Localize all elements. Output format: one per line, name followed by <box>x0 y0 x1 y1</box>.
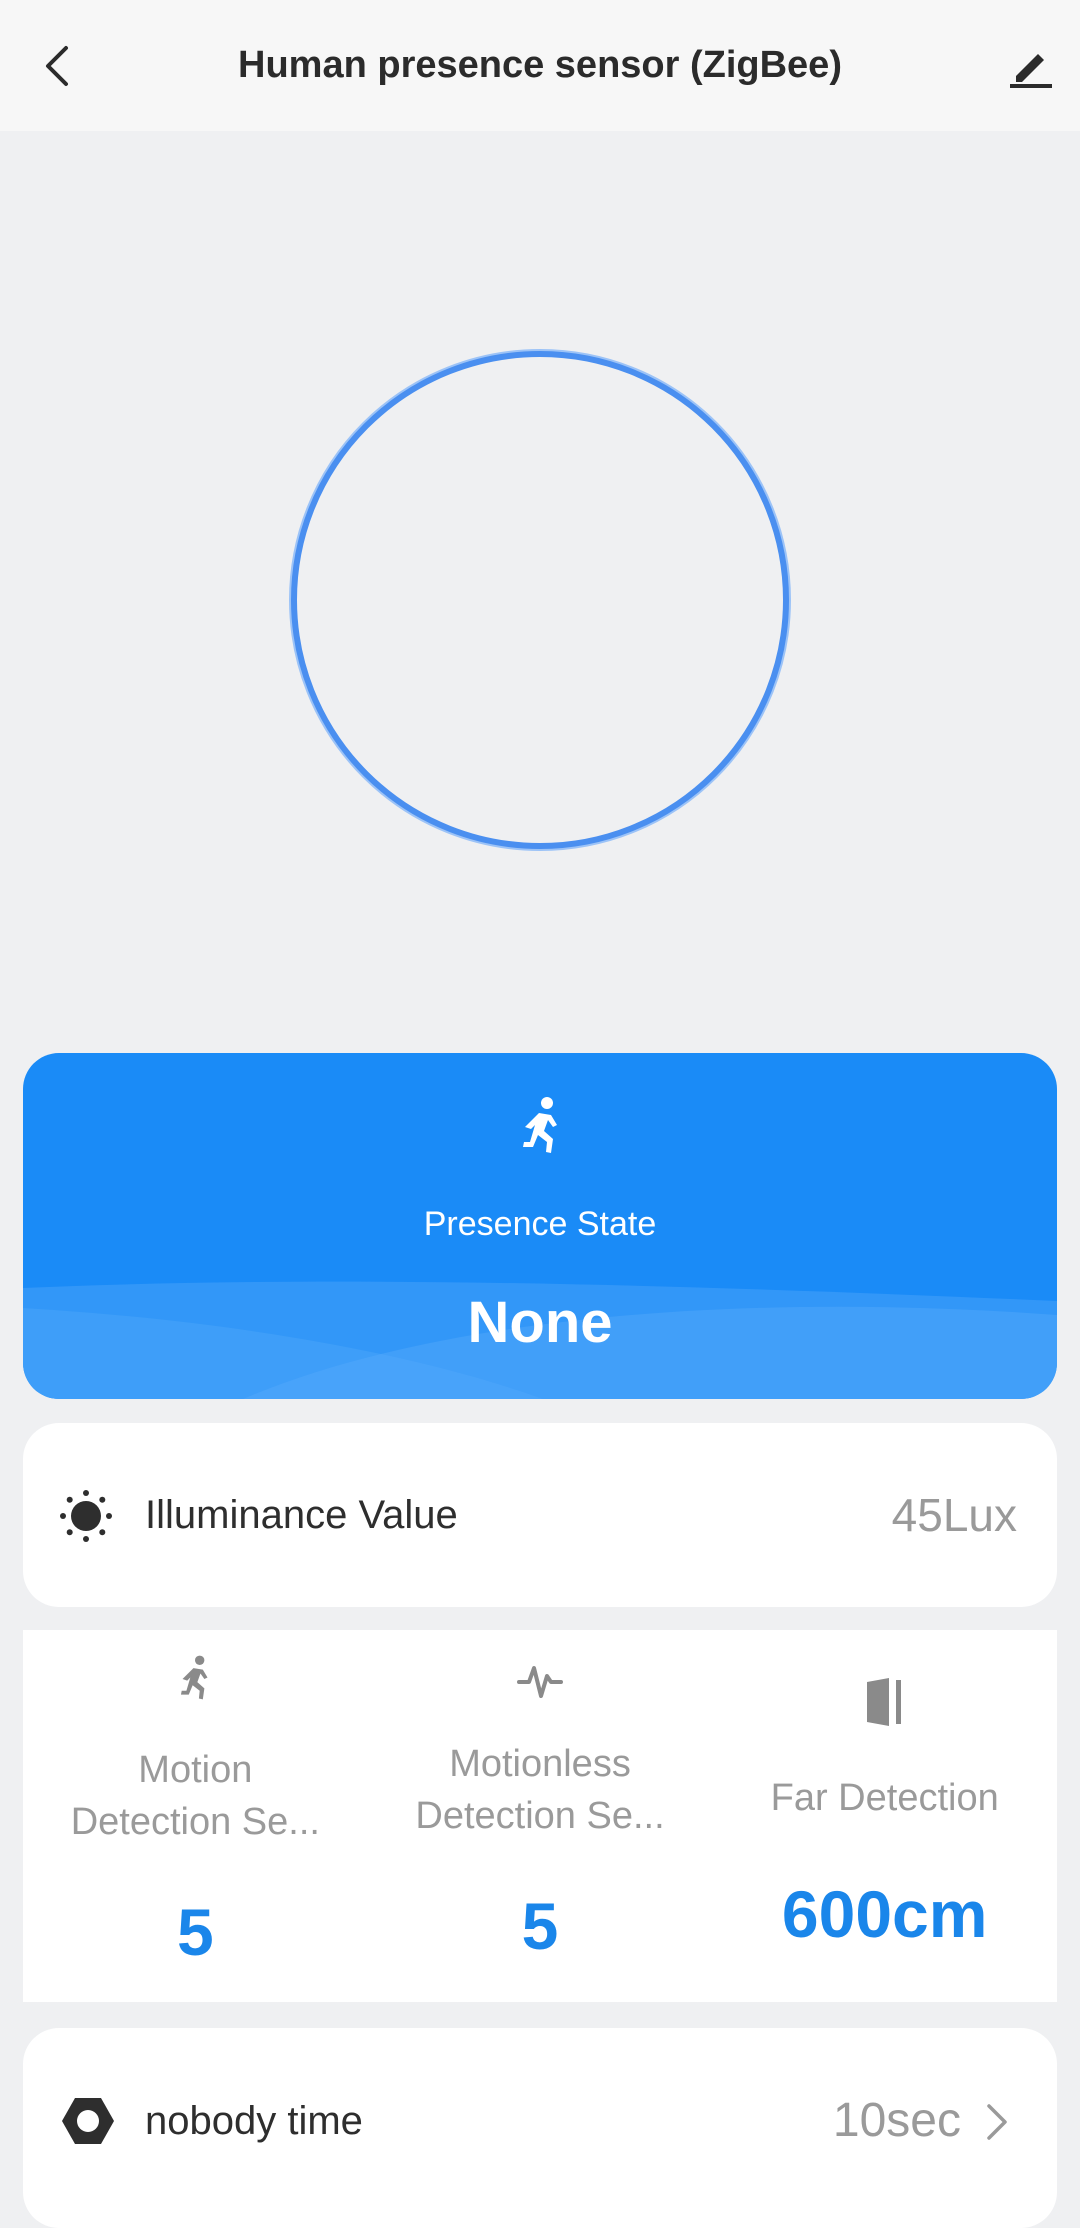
detection-settings-grid: Motion Detection Se... 5 Motionless Dete… <box>23 1630 1057 2002</box>
chevron-left-icon <box>46 46 68 86</box>
far-detection-value: 600cm <box>781 1877 988 1951</box>
presence-state-value: None <box>467 1290 613 1355</box>
edit-button[interactable] <box>996 32 1064 100</box>
illuminance-card: Illuminance Value 45Lux <box>23 1423 1057 1607</box>
far-detection-setting[interactable]: Far Detection 600cm <box>712 1630 1057 2002</box>
motionless-detection-setting[interactable]: Motionless Detection Se... 5 <box>368 1630 713 2002</box>
sun-icon <box>59 1489 113 1543</box>
hexagon-icon <box>61 2094 115 2148</box>
illuminance-label: Illuminance Value <box>145 1492 458 1537</box>
motionless-detection-value: 5 <box>521 1889 559 1963</box>
pencil-icon <box>1010 54 1052 88</box>
motionless-detection-label: Motionless Detection Se... <box>415 1743 665 1837</box>
illuminance-value: 45Lux <box>891 1489 1017 1541</box>
presence-state-card: Presence State None <box>23 1053 1057 1399</box>
app-header: Human presence sensor (ZigBee) <box>0 0 1080 131</box>
door-icon <box>863 1676 907 1733</box>
nobody-time-label: nobody time <box>145 2099 363 2143</box>
presence-status-ring <box>285 345 795 855</box>
nobody-time-value: 10sec <box>832 2094 961 2147</box>
page-title: Human presence sensor (ZigBee) <box>238 44 842 86</box>
running-person-icon <box>172 1654 218 1709</box>
motion-detection-setting[interactable]: Motion Detection Se... 5 <box>23 1630 368 2002</box>
presence-state-label: Presence State <box>423 1205 657 1243</box>
chevron-right-icon <box>977 2100 1017 2144</box>
motion-detection-label: Motion Detection Se... <box>70 1749 320 1843</box>
far-detection-label: Far Detection <box>770 1777 999 1819</box>
nobody-time-row[interactable]: nobody time 10sec <box>23 2028 1057 2228</box>
motion-detection-value: 5 <box>176 1895 214 1969</box>
back-button[interactable] <box>26 34 90 98</box>
running-person-icon <box>513 1095 569 1159</box>
pulse-icon <box>517 1656 563 1709</box>
